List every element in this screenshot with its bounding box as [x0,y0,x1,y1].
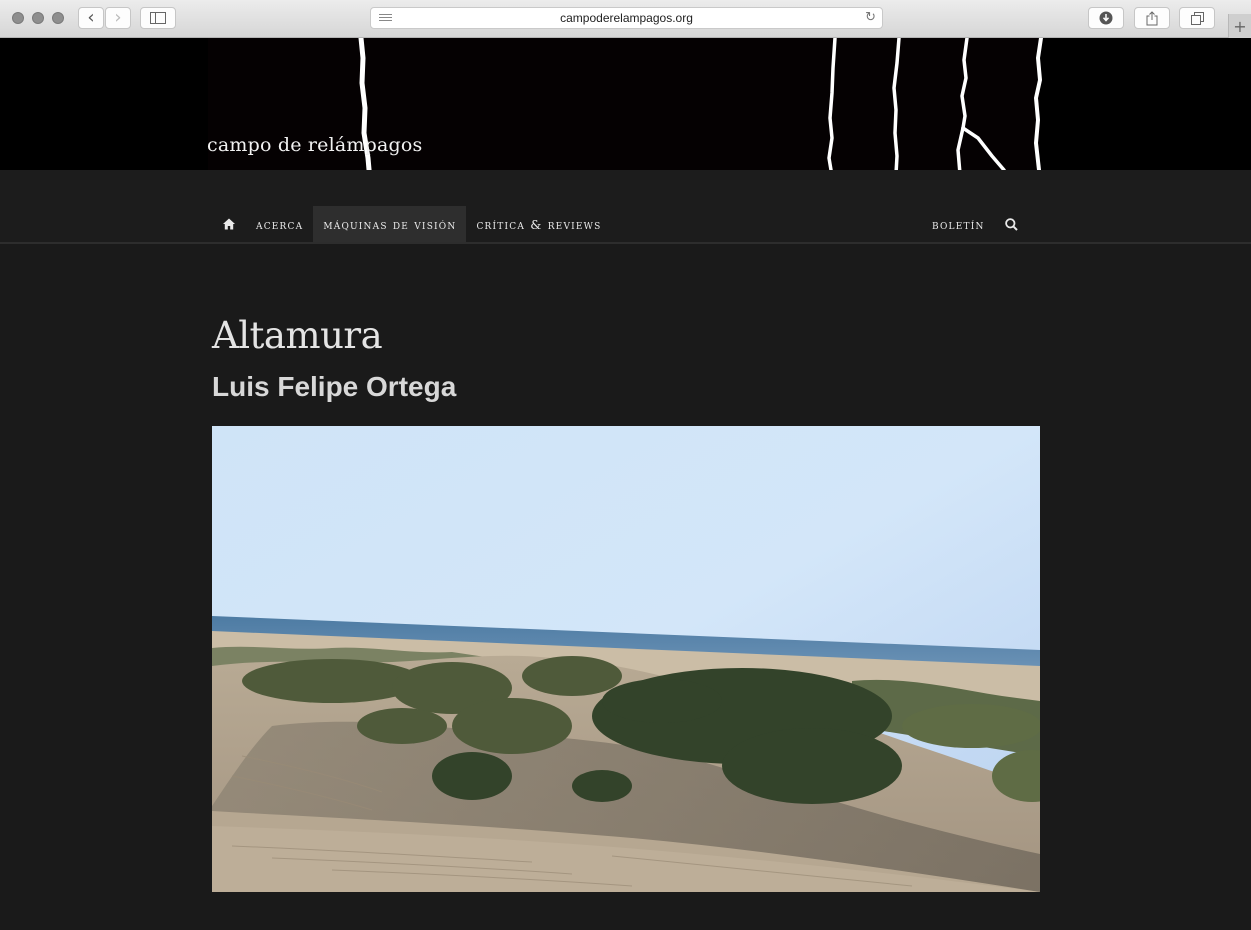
nav-item-boletin[interactable]: Boletín [922,206,995,242]
site-logo-text[interactable]: campo de relámpagos [207,134,422,156]
plus-icon: + [1233,16,1247,36]
tabs-icon [1190,11,1204,25]
sidebar-icon [150,12,166,24]
sand-dunes-beach-photo[interactable] [212,426,1040,892]
url-text: campoderelampagos.org [560,11,693,25]
search-button[interactable] [995,206,1028,242]
site-banner: campo de relámpagos [0,38,1251,184]
forward-button[interactable]: › [105,7,131,29]
minimize-window-button[interactable] [32,12,44,24]
sidebar-toggle-button[interactable] [140,7,176,29]
photo-illustration [212,426,1040,892]
home-icon [223,218,235,230]
reload-icon[interactable]: ↻ [865,10,876,25]
address-bar[interactable]: campoderelampagos.org ↻ [370,7,883,29]
nav-home[interactable] [212,206,246,242]
nav-bar [0,170,1251,244]
new-tab-button[interactable]: + [1228,14,1251,38]
nav-item-critica-reviews[interactable]: Crítica & Reviews [466,206,611,242]
post-title: Altamura [212,314,383,357]
back-button[interactable]: ‹ [78,7,104,29]
share-icon [1146,10,1158,25]
reader-menu-icon[interactable] [379,14,392,23]
nav-item-maquinas-de-vision[interactable]: Máquinas de visión [313,206,467,242]
zoom-window-button[interactable] [52,12,64,24]
close-window-button[interactable] [12,12,24,24]
share-button[interactable] [1134,7,1170,29]
browser-toolbar: ‹ › campoderelampagos.org ↻ + [0,0,1251,38]
tabs-overview-button[interactable] [1179,7,1215,29]
back-arrow-icon: ‹ [87,7,95,28]
download-icon [1099,11,1113,25]
search-icon [1004,217,1018,231]
downloads-button[interactable] [1088,7,1124,29]
post-author: Luis Felipe Ortega [212,371,457,402]
forward-arrow-icon: › [114,7,122,28]
lightning-strokes [208,38,1043,184]
secondary-nav: Boletín [922,206,1028,242]
main-nav: Acerca Máquinas de visión Crítica & Revi… [212,206,612,242]
nav-item-acerca[interactable]: Acerca [246,206,313,242]
nav-divider [0,242,1251,244]
